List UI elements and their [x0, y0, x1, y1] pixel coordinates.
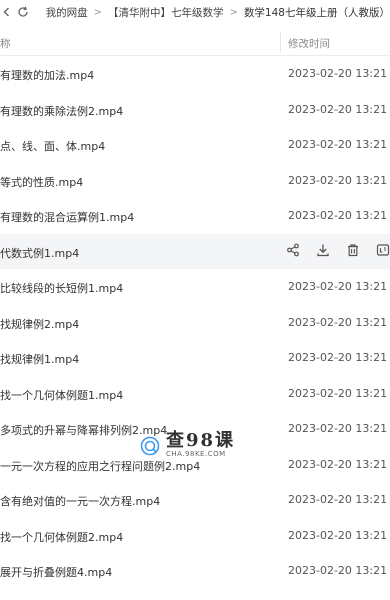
delete-icon[interactable] [345, 242, 361, 258]
breadcrumb-separator: > [93, 6, 103, 18]
file-row[interactable]: 有理数的乘除法例2.mp4 2023-02-20 13:21 [0, 92, 390, 128]
file-modified-time: 2023-02-20 13:21 [288, 280, 388, 293]
breadcrumb-separator: > [229, 6, 238, 18]
file-modified-time: 2023-02-20 13:21 [288, 422, 388, 435]
file-modified-time: 2023-02-20 13:21 [288, 528, 388, 542]
watermark-logo-icon [140, 436, 160, 455]
file-modified-time: 2023-02-20 13:21 [288, 386, 388, 400]
column-header-name[interactable]: 称 [0, 36, 11, 51]
watermark-url: CHA.98KE.COM [166, 450, 226, 458]
file-modified-time: 2023-02-20 13:21 [288, 351, 388, 364]
watermark: 查98课 CHA.98KE.COM [140, 432, 235, 459]
more-icon[interactable] [375, 242, 390, 258]
file-modified-time: 2023-02-20 13:21 [288, 564, 388, 577]
row-actions [285, 242, 390, 258]
file-row[interactable]: 含有绝对值的一元一次方程.mp4 2023-02-20 13:21 [0, 482, 390, 518]
file-name[interactable]: 找规律例2.mp4 [0, 316, 79, 332]
file-name[interactable]: 一元一次方程的应用之行程问题例2.mp4 [0, 458, 200, 474]
file-name[interactable]: 等式的性质.mp4 [0, 174, 83, 190]
file-name[interactable]: 找一个几何体例题2.mp4 [0, 529, 123, 545]
file-modified-time: 2023-02-20 13:21 [288, 67, 388, 80]
file-modified-time: 2023-02-20 13:21 [288, 102, 388, 116]
file-row[interactable]: 有理数的混合运算例1.mp4 2023-02-20 13:21 [0, 198, 390, 234]
back-arrow-icon[interactable] [0, 4, 14, 20]
file-row[interactable]: 找规律例1.mp4 2023-02-20 13:21 [0, 340, 390, 376]
file-list: 有理数的加法.mp4 2023-02-20 13:21 有理数的乘除法例2.mp… [0, 56, 390, 589]
file-name[interactable]: 比较线段的长短例1.mp4 [0, 280, 123, 296]
file-modified-time: 2023-02-20 13:21 [288, 209, 388, 222]
refresh-icon[interactable] [16, 4, 30, 20]
file-modified-time: 2023-02-20 13:21 [288, 138, 388, 151]
watermark-title: 查98课 [166, 430, 236, 451]
file-modified-time: 2023-02-20 13:21 [288, 493, 388, 506]
file-row[interactable]: 找一个几何体例题2.mp4 2023-02-20 13:21 [0, 518, 390, 554]
file-name[interactable]: 找规律例1.mp4 [0, 351, 79, 367]
file-modified-time: 2023-02-20 13:21 [288, 457, 388, 471]
breadcrumb-item-current: 数学148七年级上册（人教版） [243, 6, 390, 19]
file-row[interactable]: 展开与折叠例题4.mp4 2023-02-20 13:21 [0, 553, 390, 589]
download-icon[interactable] [315, 242, 331, 258]
share-icon[interactable] [285, 242, 301, 258]
file-modified-time: 2023-02-20 13:21 [288, 173, 388, 187]
file-row[interactable]: 找一个几何体例题1.mp4 2023-02-20 13:21 [0, 376, 390, 412]
breadcrumb-item-root[interactable]: 我的网盘 [46, 5, 88, 20]
file-list-header: 称 修改时间 [0, 28, 390, 56]
file-name[interactable]: 有理数的混合运算例1.mp4 [0, 209, 134, 225]
breadcrumb: 我的网盘 > 【清华附中】七年级数学 > 数学148七年级上册（人教版） [0, 0, 390, 24]
column-divider [280, 32, 281, 52]
file-name[interactable]: 展开与折叠例题4.mp4 [0, 564, 112, 580]
file-name[interactable]: 代数式例1.mp4 [0, 245, 79, 261]
file-row[interactable]: 找规律例2.mp4 2023-02-20 13:21 [0, 305, 390, 341]
file-row-hovered[interactable]: 代数式例1.mp4 [0, 233, 390, 269]
file-name[interactable]: 有理数的加法.mp4 [0, 67, 94, 83]
breadcrumb-item-folder[interactable]: 【清华附中】七年级数学 [108, 5, 224, 20]
file-modified-time: 2023-02-20 13:21 [288, 315, 388, 329]
file-name[interactable]: 点、线、面、体.mp4 [0, 138, 105, 154]
file-row[interactable]: 等式的性质.mp4 2023-02-20 13:21 [0, 163, 390, 199]
file-name[interactable]: 找一个几何体例题1.mp4 [0, 387, 123, 403]
file-row[interactable]: 有理数的加法.mp4 2023-02-20 13:21 [0, 56, 390, 92]
file-name[interactable]: 含有绝对值的一元一次方程.mp4 [0, 493, 160, 509]
column-header-modified-time[interactable]: 修改时间 [288, 36, 330, 51]
file-name[interactable]: 有理数的乘除法例2.mp4 [0, 103, 123, 119]
file-row[interactable]: 比较线段的长短例1.mp4 2023-02-20 13:21 [0, 269, 390, 305]
file-row[interactable]: 点、线、面、体.mp4 2023-02-20 13:21 [0, 127, 390, 163]
